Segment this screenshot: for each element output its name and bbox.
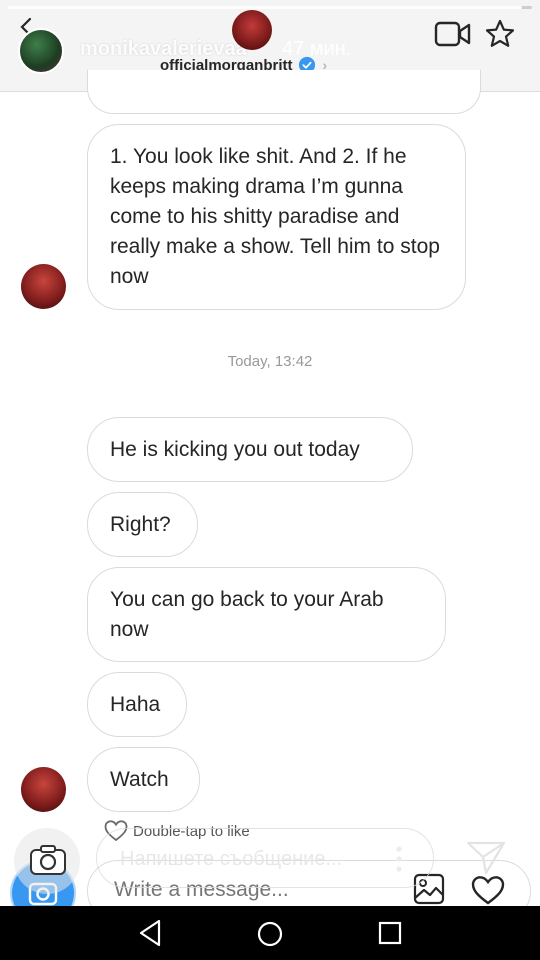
story-progress-bar (8, 6, 532, 9)
message-bubble[interactable]: Haha (87, 672, 187, 737)
camera-icon (30, 845, 66, 875)
message-bubble[interactable]: Right? (87, 492, 198, 557)
previous-message-bubble (87, 70, 481, 114)
more-dots-icon[interactable] (396, 846, 402, 872)
message-text: Watch (110, 768, 169, 791)
message-text: 1. You look like shit. And 2. If he keep… (110, 145, 440, 288)
star-icon[interactable] (484, 18, 516, 50)
message-bubble[interactable]: Watch (87, 747, 200, 812)
story-progress-fill (8, 6, 522, 9)
chat-timestamp: Today, 13:42 (227, 353, 313, 370)
message-bubble[interactable]: 1. You look like shit. And 2. If he keep… (87, 124, 466, 310)
nav-home-icon[interactable] (256, 920, 284, 948)
message-text: He is kicking you out today (110, 438, 360, 461)
sender-avatar[interactable] (21, 264, 66, 309)
message-text: Right? (110, 513, 171, 536)
video-call-icon[interactable] (434, 20, 472, 48)
send-icon[interactable] (466, 840, 506, 876)
sender-avatar[interactable] (21, 767, 66, 812)
heart-icon[interactable] (470, 874, 506, 906)
nav-back-icon[interactable] (137, 918, 163, 948)
message-text: You can go back to your Arab now (110, 588, 384, 641)
chat-user-avatar[interactable] (232, 10, 272, 50)
story-reply-placeholder: Напишете съобщение... (120, 848, 343, 870)
message-bubble[interactable]: He is kicking you out today (87, 417, 413, 482)
nav-recent-icon[interactable] (378, 921, 402, 945)
story-user-avatar[interactable] (18, 28, 64, 74)
message-bubble[interactable]: You can go back to your Arab now (87, 567, 446, 662)
message-text: Haha (110, 693, 161, 716)
